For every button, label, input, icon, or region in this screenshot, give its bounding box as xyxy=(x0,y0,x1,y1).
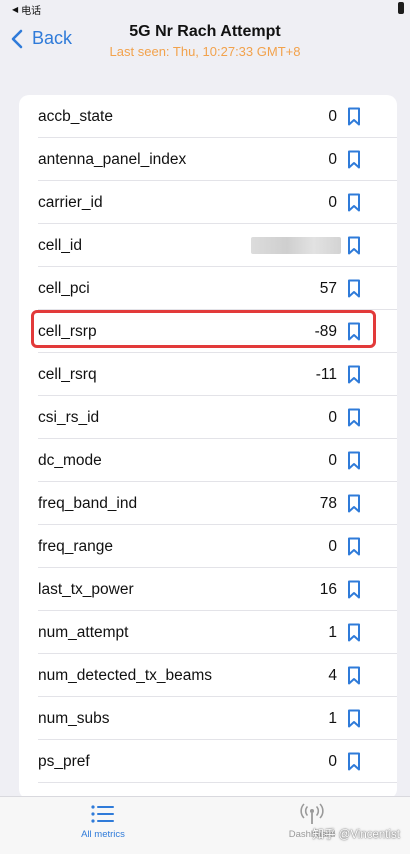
metric-row[interactable]: num_attempt 1 xyxy=(19,611,397,654)
bookmark-icon[interactable] xyxy=(347,193,361,212)
tab-bar: All metrics Dashboard 知乎 @Vincentist xyxy=(0,796,410,854)
metric-label: antenna_panel_index xyxy=(38,151,187,168)
last-seen-subtitle: Last seen: Thu, 10:27:33 GMT+8 xyxy=(109,44,301,59)
status-bar: ◀ 电话 xyxy=(0,0,410,18)
metric-value: 0 xyxy=(328,409,337,426)
metric-label: dc_mode xyxy=(38,452,102,469)
metric-value: 57 xyxy=(319,280,337,297)
metric-row[interactable]: accb_state 0 xyxy=(19,95,397,138)
metric-value: 1 xyxy=(328,710,337,727)
metric-value: 0 xyxy=(328,194,337,211)
bookmark-icon[interactable] xyxy=(347,451,361,470)
metric-row[interactable]: num_subs 1 xyxy=(19,697,397,740)
status-carrier: 电话 xyxy=(21,5,42,17)
metric-row[interactable]: carrier_id 0 xyxy=(19,181,397,224)
metric-label: freq_range xyxy=(38,538,113,555)
tab-label: All metrics xyxy=(81,829,125,840)
metric-label: num_subs xyxy=(38,710,110,727)
metric-value: 0 xyxy=(328,108,337,125)
metric-label: cell_id xyxy=(38,237,82,254)
metric-row[interactable]: csi_rs_id 0 xyxy=(19,396,397,439)
metric-label: num_detected_tx_beams xyxy=(38,667,213,684)
metric-row[interactable]: dc_mode 0 xyxy=(19,439,397,482)
metric-row[interactable]: last_tx_power 16 xyxy=(19,568,397,611)
bookmark-icon[interactable] xyxy=(347,279,361,298)
metric-value: 0 xyxy=(328,151,337,168)
antenna-icon xyxy=(300,803,324,824)
bookmark-icon[interactable] xyxy=(347,408,361,427)
metric-label: last_tx_power xyxy=(38,581,134,598)
bookmark-icon[interactable] xyxy=(347,623,361,642)
metrics-list: accb_state 0 antenna_panel_index 0 carri… xyxy=(19,95,397,799)
bookmark-icon[interactable] xyxy=(347,107,361,126)
metric-row[interactable]: cell_id xyxy=(19,224,397,267)
metric-label: num_attempt xyxy=(38,624,129,641)
back-to-app-icon[interactable]: ◀ xyxy=(12,5,18,14)
bookmark-icon[interactable] xyxy=(347,752,361,771)
battery-icon xyxy=(398,2,404,14)
bookmark-icon[interactable] xyxy=(347,580,361,599)
watermark-text: 知乎 @Vincentist xyxy=(312,829,400,841)
metric-value: 16 xyxy=(319,581,337,598)
metric-row[interactable]: freq_band_ind 78 xyxy=(19,482,397,525)
metric-label: freq_band_ind xyxy=(38,495,138,512)
metric-label: csi_rs_id xyxy=(38,409,100,426)
metric-row[interactable]: cell_pci 57 xyxy=(19,267,397,310)
metric-value: 78 xyxy=(319,495,337,512)
highlight-annotation-box xyxy=(31,310,376,348)
bookmark-icon[interactable] xyxy=(347,494,361,513)
metric-label: cell_pci xyxy=(38,280,90,297)
metric-value: 1 xyxy=(328,624,337,641)
bookmark-icon[interactable] xyxy=(347,365,361,384)
metric-row[interactable]: freq_range 0 xyxy=(19,525,397,568)
metric-row[interactable]: cell_rsrq -11 xyxy=(19,353,397,396)
metric-value-redacted xyxy=(251,237,341,254)
metric-row[interactable]: ps_pref 0 xyxy=(19,740,397,783)
metric-value: 0 xyxy=(328,452,337,469)
bookmark-icon[interactable] xyxy=(347,709,361,728)
metric-value: 0 xyxy=(328,753,337,770)
metric-value: 4 xyxy=(328,667,337,684)
bookmark-icon[interactable] xyxy=(347,537,361,556)
page-title: 5G Nr Rach Attempt xyxy=(129,23,281,40)
bookmark-icon[interactable] xyxy=(347,666,361,685)
bookmark-icon[interactable] xyxy=(347,150,361,169)
metric-label: carrier_id xyxy=(38,194,103,211)
metric-label: cell_rsrq xyxy=(38,366,97,383)
bookmark-icon[interactable] xyxy=(347,236,361,255)
tab-all-metrics[interactable]: All metrics xyxy=(43,803,163,840)
metric-value: 0 xyxy=(328,538,337,555)
metric-label: accb_state xyxy=(38,108,113,125)
metric-row[interactable]: antenna_panel_index 0 xyxy=(19,138,397,181)
list-icon xyxy=(91,805,114,823)
metric-label: ps_pref xyxy=(38,753,90,770)
row-divider xyxy=(38,782,397,783)
metric-row[interactable]: num_detected_tx_beams 4 xyxy=(19,654,397,697)
navigation-bar: Back 5G Nr Rach Attempt Last seen: Thu, … xyxy=(0,18,410,66)
metric-value: -11 xyxy=(315,366,337,383)
